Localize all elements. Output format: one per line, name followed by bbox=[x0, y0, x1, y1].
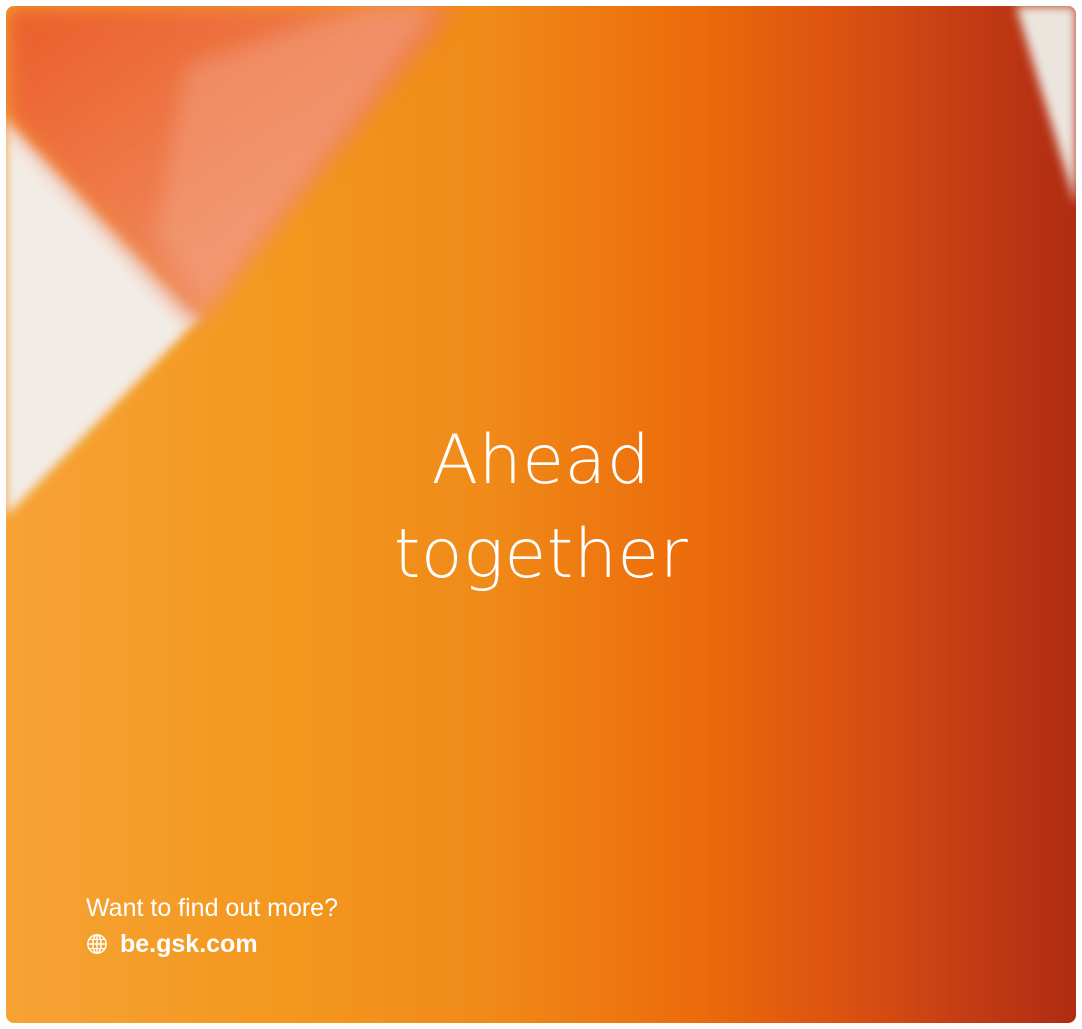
band-highlight bbox=[156, 6, 436, 306]
headline-line-2: together bbox=[393, 515, 689, 594]
promo-card: Ahead together Want to find out more? be… bbox=[6, 6, 1076, 1023]
footer: Want to find out more? be.gsk.com bbox=[86, 892, 338, 960]
globe-icon bbox=[87, 934, 107, 954]
find-out-more-text: Want to find out more? bbox=[86, 894, 338, 922]
headline-line-1: Ahead bbox=[431, 421, 651, 500]
cream-sliver bbox=[1016, 6, 1076, 206]
website-link-text[interactable]: be.gsk.com bbox=[120, 928, 258, 960]
headline: Ahead together bbox=[6, 414, 1076, 602]
pink-band bbox=[6, 6, 456, 326]
website-link[interactable]: be.gsk.com bbox=[86, 928, 338, 960]
